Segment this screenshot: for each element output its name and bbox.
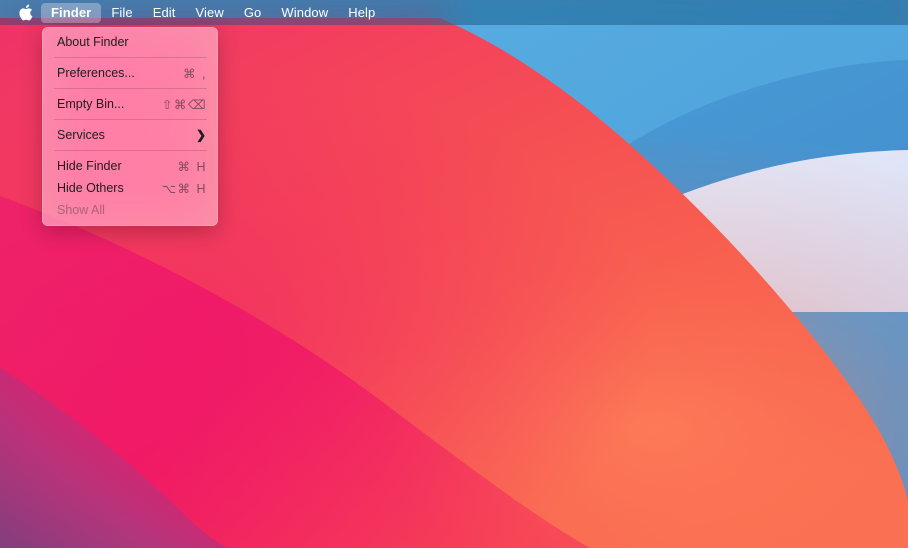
menubar-item-label: Finder xyxy=(51,5,92,20)
menu-bar[interactable]: Finder File Edit View Go Window Help xyxy=(0,0,908,25)
menu-item-show-all: Show All xyxy=(42,199,218,221)
menubar-item-label: View xyxy=(195,5,224,20)
desktop[interactable]: Finder File Edit View Go Window Help Abo… xyxy=(0,0,908,548)
menu-item-empty-bin[interactable]: Empty Bin... ⇧⌘⌫ xyxy=(42,93,218,115)
menu-item-about-finder[interactable]: About Finder xyxy=(42,31,218,53)
menu-item-label: Services xyxy=(57,128,105,142)
menubar-item-view[interactable]: View xyxy=(186,3,234,23)
menubar-item-finder[interactable]: Finder xyxy=(41,2,102,23)
menu-separator xyxy=(54,57,207,58)
menu-item-label: Hide Others xyxy=(57,181,124,195)
menu-item-shortcut: ⇧⌘⌫ xyxy=(161,97,207,112)
menu-item-shortcut: ⌘ H xyxy=(177,159,207,174)
menubar-item-label: Window xyxy=(281,5,329,20)
menu-item-label: About Finder xyxy=(57,35,129,49)
menubar-item-label: Edit xyxy=(152,5,176,20)
menu-item-label: Hide Finder xyxy=(57,159,122,173)
menu-item-label: Show All xyxy=(57,203,105,217)
menu-item-label: Preferences... xyxy=(57,66,135,80)
menubar-item-window[interactable]: Window xyxy=(271,3,338,23)
menu-item-label: Empty Bin... xyxy=(57,97,125,111)
menubar-item-go[interactable]: Go xyxy=(234,3,272,23)
finder-menu-dropdown[interactable]: About Finder Preferences... ⌘ , Empty Bi… xyxy=(42,27,218,226)
menu-separator xyxy=(54,150,207,151)
menubar-item-help[interactable]: Help xyxy=(338,3,385,23)
menu-item-hide-finder[interactable]: Hide Finder ⌘ H xyxy=(42,155,218,177)
menubar-item-file[interactable]: File xyxy=(101,3,142,23)
menu-item-preferences[interactable]: Preferences... ⌘ , xyxy=(42,62,218,84)
apple-menu-button[interactable] xyxy=(14,0,38,25)
menu-item-shortcut: ⌥⌘ H xyxy=(161,181,207,196)
menubar-item-label: Go xyxy=(243,5,262,20)
menu-separator xyxy=(54,119,207,120)
chevron-right-icon: ❯ xyxy=(195,128,206,142)
menu-item-services[interactable]: Services ❯ xyxy=(42,124,218,146)
menu-item-shortcut: ⌘ , xyxy=(183,66,207,81)
menu-separator xyxy=(54,88,207,89)
apple-logo-icon xyxy=(19,4,33,21)
menubar-item-label: File xyxy=(111,5,133,20)
menubar-item-edit[interactable]: Edit xyxy=(143,3,186,23)
menu-item-hide-others[interactable]: Hide Others ⌥⌘ H xyxy=(42,177,218,199)
menubar-item-label: Help xyxy=(348,5,376,20)
